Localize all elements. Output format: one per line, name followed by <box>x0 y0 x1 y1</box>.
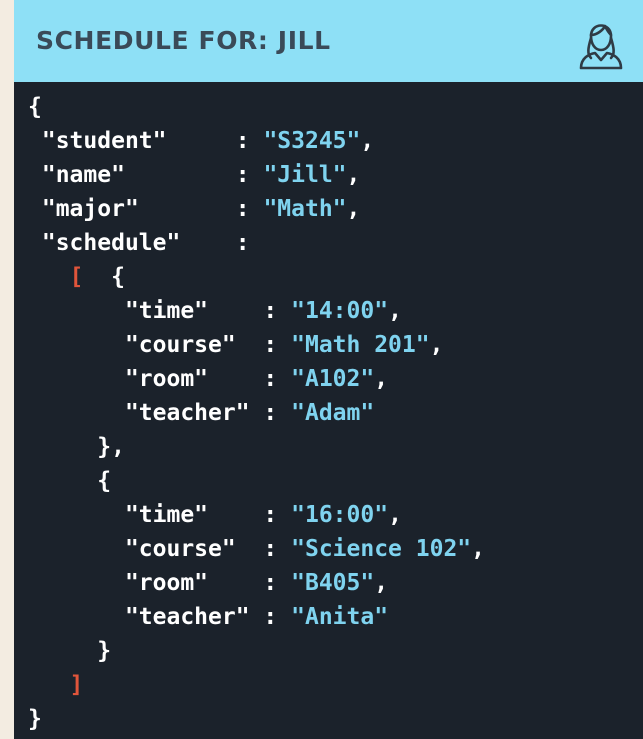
item2-teacher-key: "teacher" <box>124 604 250 630</box>
code-line-item1-course: "course" : "Math 201", <box>124 332 444 358</box>
user-avatar-icon <box>579 24 623 70</box>
major-value: "Math" <box>263 196 347 222</box>
item1-teacher-key: "teacher" <box>124 400 250 426</box>
item1-room-value: "A102" <box>291 366 375 392</box>
item1-time-value: "14:00" <box>291 298 389 324</box>
schedule-key: "schedule" <box>41 230 181 256</box>
student-key: "student" <box>41 128 167 154</box>
array-open-bracket: [ <box>69 264 84 290</box>
item2-course-value: "Science 102" <box>291 536 472 562</box>
json-code-view: { "student" : "S3245", "name" : "Jill", … <box>28 90 628 736</box>
student-value: "S3245" <box>263 128 361 154</box>
item2-course-key: "course" <box>124 536 236 562</box>
code-line-array-open: [ { <box>69 264 125 290</box>
schedule-card: SCHEDULE FOR: JILL { "student" : "S3245"… <box>14 0 643 739</box>
code-line-open: { <box>28 94 42 120</box>
item1-course-value: "Math 201" <box>291 332 430 358</box>
card-header: SCHEDULE FOR: JILL <box>14 0 643 82</box>
item2-room-value: "B405" <box>291 570 375 596</box>
code-line-item2-close: } <box>97 638 112 664</box>
code-line-student: "student" : "S3245", <box>41 128 375 154</box>
code-line-item1-room: "room" : "A102", <box>124 366 389 392</box>
item1-time-key: "time" <box>124 298 209 324</box>
code-line-item1-time: "time" : "14:00", <box>124 298 402 324</box>
major-key: "major" <box>41 196 139 222</box>
code-line-item2-course: "course" : "Science 102", <box>124 536 485 562</box>
code-line-item2-teacher: "teacher" : "Anita" <box>124 604 389 630</box>
item2-teacher-value: "Anita" <box>291 604 389 630</box>
name-value: "Jill" <box>263 162 347 188</box>
code-line-array-close: ] <box>28 668 628 702</box>
code-line-item1-teacher: "teacher" : "Adam" <box>124 400 375 426</box>
code-line-schedule: "schedule" : <box>41 230 250 256</box>
code-line-item2-room: "room" : "B405", <box>124 570 389 596</box>
page-title: SCHEDULE FOR: JILL <box>36 26 331 55</box>
code-line-item2-open: { <box>97 468 112 494</box>
item1-teacher-value: "Adam" <box>291 400 375 426</box>
code-line-item2-time: "time" : "16:00", <box>124 502 402 528</box>
item2-room-key: "room" <box>124 570 209 596</box>
code-line-item1-close: }, <box>97 434 125 460</box>
code-line-close: } <box>28 706 42 732</box>
code-line-name: "name" : "Jill", <box>41 162 361 188</box>
array-close-bracket: ] <box>69 672 84 698</box>
name-key: "name" <box>41 162 125 188</box>
item2-time-value: "16:00" <box>291 502 389 528</box>
item1-course-key: "course" <box>124 332 236 358</box>
code-line-major: "major" : "Math", <box>41 196 361 222</box>
item2-time-key: "time" <box>124 502 209 528</box>
item1-room-key: "room" <box>124 366 209 392</box>
